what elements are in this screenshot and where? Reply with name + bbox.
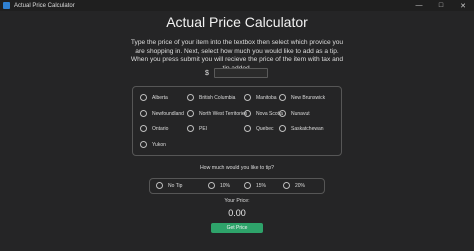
tip-label: No Tip <box>168 182 183 189</box>
province-label: Alberta <box>152 94 168 101</box>
radio-circle <box>187 125 194 132</box>
radio-circle <box>140 141 147 148</box>
page-title: Actual Price Calculator <box>166 14 308 30</box>
tip-radio-10[interactable]: 10% <box>208 182 230 189</box>
province-radio-nova-scotia[interactable]: Nova Scotia <box>244 110 283 117</box>
tip-group: No Tip 10% 15% 20% <box>149 178 325 194</box>
province-label: Yukon <box>152 141 166 148</box>
province-radio-alberta[interactable]: Alberta <box>140 94 168 101</box>
tip-radio-20[interactable]: 20% <box>283 182 305 189</box>
radio-circle <box>156 182 163 189</box>
currency-symbol: $ <box>205 69 209 77</box>
tip-label: 20% <box>295 182 306 189</box>
province-radio-british-columbia[interactable]: British Columbia <box>187 94 235 101</box>
province-label: British Columbia <box>199 94 236 101</box>
maximize-button[interactable]: □ <box>430 0 452 11</box>
province-radio-manitoba[interactable]: Manitoba <box>244 94 277 101</box>
title-bar: Actual Price Calculator — □ ✕ <box>0 0 474 11</box>
province-group: Alberta British Columbia Manitoba New Br… <box>132 86 342 156</box>
province-label: Newfoundland <box>152 110 184 117</box>
result-label: Your Price: <box>224 198 250 204</box>
province-label: North West Territories <box>199 110 248 117</box>
window-controls: — □ ✕ <box>408 0 474 11</box>
radio-circle <box>140 94 147 101</box>
province-radio-new-brunswick[interactable]: New Brunswick <box>279 94 325 101</box>
price-input[interactable] <box>213 68 268 78</box>
tip-question: How much would you like to tip? <box>199 165 275 171</box>
radio-circle <box>244 182 251 189</box>
window-title: Actual Price Calculator <box>14 2 75 9</box>
radio-circle <box>244 110 251 117</box>
province-label: Manitoba <box>256 94 277 101</box>
radio-circle <box>279 110 286 117</box>
province-radio-north-west-territories[interactable]: North West Territories <box>187 110 247 117</box>
radio-circle <box>244 94 251 101</box>
radio-circle <box>187 110 194 117</box>
radio-circle <box>140 110 147 117</box>
province-radio-pei[interactable]: PEI <box>187 125 207 132</box>
province-label: Nunavut <box>291 110 310 117</box>
province-label: Saskatchewan <box>291 125 324 132</box>
province-radio-ontario[interactable]: Ontario <box>140 125 168 132</box>
radio-circle <box>283 182 290 189</box>
province-radio-nunavut[interactable]: Nunavut <box>279 110 310 117</box>
province-radio-quebec[interactable]: Quebec <box>244 125 274 132</box>
radio-circle <box>279 125 286 132</box>
radio-circle <box>140 125 147 132</box>
tip-radio-15[interactable]: 15% <box>244 182 266 189</box>
minimize-button[interactable]: — <box>408 0 430 11</box>
province-label: Quebec <box>256 125 274 132</box>
province-label: Ontario <box>152 125 169 132</box>
radio-circle <box>244 125 251 132</box>
province-radio-newfoundland[interactable]: Newfoundland <box>140 110 184 117</box>
tip-radio-no-tip[interactable]: No Tip <box>156 182 182 189</box>
province-label: New Brunswick <box>291 94 326 101</box>
close-button[interactable]: ✕ <box>452 0 474 11</box>
province-label: PEI <box>199 125 208 132</box>
result-value: 0.00 <box>228 208 246 218</box>
tip-label: 10% <box>220 182 231 189</box>
province-radio-yukon[interactable]: Yukon <box>140 141 166 148</box>
price-entry-row: $ <box>205 68 268 78</box>
province-radio-saskatchewan[interactable]: Saskatchewan <box>279 125 324 132</box>
radio-circle <box>279 94 286 101</box>
radio-circle <box>187 94 194 101</box>
get-price-button[interactable]: Get Price <box>211 223 263 233</box>
tip-label: 15% <box>256 182 267 189</box>
radio-circle <box>208 182 215 189</box>
app-icon <box>3 2 10 9</box>
